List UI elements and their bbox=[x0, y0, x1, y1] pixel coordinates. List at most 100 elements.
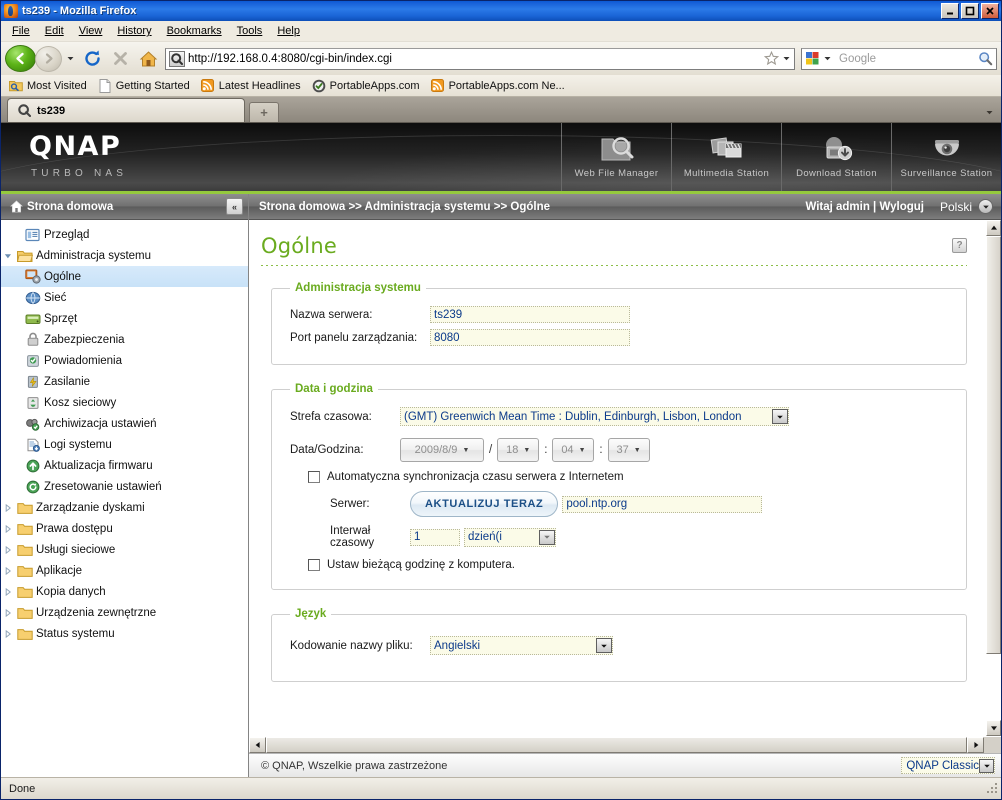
minute-picker-button[interactable]: 04 ▼ bbox=[552, 438, 595, 462]
sidebar-item-kosz-sieciowy[interactable]: Kosz sieciowy bbox=[1, 392, 248, 413]
tab-ts239[interactable]: ts239 bbox=[7, 98, 245, 122]
menu-tools[interactable]: Tools bbox=[230, 22, 271, 40]
sidebar-item-status-systemu[interactable]: Status systemu bbox=[1, 623, 248, 644]
chevron-down-icon[interactable] bbox=[64, 54, 77, 63]
scroll-down-button[interactable] bbox=[986, 720, 1001, 736]
sidebar-item-kopia-danych[interactable]: Kopia danych bbox=[1, 581, 248, 602]
search-engine-dropdown-icon[interactable] bbox=[821, 54, 834, 63]
scroll-left-button[interactable] bbox=[249, 737, 266, 753]
list-all-tabs-icon[interactable] bbox=[980, 102, 998, 122]
chevron-right-icon[interactable] bbox=[1, 587, 15, 596]
sidebar-item-powiadomienia[interactable]: Powiadomienia bbox=[1, 350, 248, 371]
home-icon[interactable] bbox=[135, 46, 161, 72]
ntp-server-input[interactable]: pool.ntp.org bbox=[562, 495, 763, 513]
chevron-down-icon[interactable] bbox=[978, 199, 993, 214]
scroll-thumb[interactable] bbox=[266, 737, 967, 753]
chevron-right-icon[interactable] bbox=[1, 503, 15, 512]
port-input[interactable]: 8080 bbox=[430, 329, 630, 346]
menu-help[interactable]: Help bbox=[270, 22, 308, 40]
app-multimedia-station[interactable]: Multimedia Station bbox=[671, 123, 781, 191]
auto-sync-checkbox[interactable] bbox=[308, 471, 320, 483]
menu-bookmarks[interactable]: Bookmarks bbox=[160, 22, 230, 40]
sidebar-item-zabezpieczenia[interactable]: Zabezpieczenia bbox=[1, 329, 248, 350]
sidebar-item-urzadzenia-zewnetrzne[interactable]: Urządzenia zewnętrzne bbox=[1, 602, 248, 623]
update-now-button[interactable]: AKTUALIZUJ TERAZ bbox=[410, 491, 559, 517]
folder-icon bbox=[15, 543, 34, 557]
timezone-select[interactable]: (GMT) Greenwich Mean Time : Dublin, Edin… bbox=[400, 407, 789, 426]
sidebar-item-archiwizacja-ustawien[interactable]: Archiwizacja ustawień bbox=[1, 413, 248, 434]
app-surveillance-station[interactable]: Surveillance Station bbox=[891, 123, 1001, 191]
sidebar-item-aplikacje[interactable]: Aplikacje bbox=[1, 560, 248, 581]
scroll-up-button[interactable] bbox=[986, 220, 1001, 236]
menu-view[interactable]: View bbox=[72, 22, 111, 40]
sidebar-item-przeglad[interactable]: Przegląd bbox=[1, 224, 248, 245]
reset-settings-icon bbox=[23, 480, 42, 494]
bookmark-most-visited[interactable]: Most Visited bbox=[6, 78, 93, 94]
sidebar-item-administracja-systemu[interactable]: Administracja systemu bbox=[1, 245, 248, 266]
sidebar-item-sprzet[interactable]: Sprzęt bbox=[1, 308, 248, 329]
chevron-down-icon[interactable] bbox=[596, 638, 612, 653]
sidebar-item-ogolne[interactable]: Ogólne bbox=[1, 266, 248, 287]
chevron-right-icon[interactable] bbox=[1, 566, 15, 575]
chevron-right-icon[interactable] bbox=[1, 608, 15, 617]
content-scroll-region: Ogólne ? Administracja systemu Nazwa ser… bbox=[249, 220, 1001, 736]
bookmark-latest-headlines[interactable]: Latest Headlines bbox=[198, 78, 307, 94]
scroll-thumb[interactable] bbox=[986, 236, 1001, 654]
scroll-right-button[interactable] bbox=[967, 737, 984, 753]
sidebar-item-zresetowanie-ustawien[interactable]: Zresetowanie ustawień bbox=[1, 476, 248, 497]
chevron-right-icon[interactable] bbox=[1, 545, 15, 554]
chevron-down-icon[interactable] bbox=[772, 409, 788, 424]
menu-history[interactable]: History bbox=[110, 22, 159, 40]
language-selector[interactable]: Polski bbox=[940, 199, 993, 214]
sidebar-item-siec[interactable]: Sieć bbox=[1, 287, 248, 308]
url-text[interactable]: http://192.168.0.4:8080/cgi-bin/index.cg… bbox=[188, 53, 763, 65]
bookmark-getting-started[interactable]: Getting Started bbox=[95, 78, 196, 94]
interval-unit-select[interactable]: dzień(i bbox=[464, 527, 556, 547]
sidebar-item-zasilanie[interactable]: Zasilanie bbox=[1, 371, 248, 392]
scroll-track[interactable] bbox=[986, 236, 1001, 720]
sidebar-item-aktualizacja-firmwaru[interactable]: Aktualizacja firmwaru bbox=[1, 455, 248, 476]
chevron-right-icon[interactable] bbox=[1, 524, 15, 533]
minimize-button[interactable] bbox=[941, 3, 959, 19]
chevron-down-icon[interactable] bbox=[539, 529, 555, 545]
google-icon[interactable] bbox=[805, 51, 820, 66]
interval-input[interactable]: 1 bbox=[410, 528, 460, 546]
menu-edit[interactable]: Edit bbox=[38, 22, 72, 40]
bookmark-portableapps[interactable]: PortableApps.com bbox=[309, 78, 426, 94]
resize-grip[interactable] bbox=[985, 781, 1001, 797]
menu-file[interactable]: File bbox=[5, 22, 38, 40]
help-button[interactable]: ? bbox=[952, 238, 967, 253]
manual-time-checkbox[interactable] bbox=[308, 559, 320, 571]
search-input[interactable]: Google bbox=[834, 53, 976, 65]
magnifier-icon[interactable] bbox=[976, 51, 994, 66]
theme-select[interactable]: QNAP Classic bbox=[901, 757, 995, 774]
encoding-select[interactable]: Angielski bbox=[430, 636, 613, 655]
page-horizontal-scrollbar[interactable] bbox=[249, 736, 1001, 753]
chevron-down-icon[interactable] bbox=[979, 758, 994, 773]
chevron-down-icon[interactable] bbox=[1, 252, 15, 260]
sidebar-item-prawa-dostepu[interactable]: Prawa dostępu bbox=[1, 518, 248, 539]
star-icon[interactable] bbox=[763, 51, 780, 66]
close-button[interactable] bbox=[981, 3, 999, 19]
url-bar[interactable]: http://192.168.0.4:8080/cgi-bin/index.cg… bbox=[165, 47, 795, 70]
search-bar[interactable]: Google bbox=[801, 47, 997, 70]
app-download-station[interactable]: Download Station bbox=[781, 123, 891, 191]
reload-icon[interactable] bbox=[79, 46, 105, 72]
sidebar-item-zarzadzanie-dyskami[interactable]: Zarządzanie dyskami bbox=[1, 497, 248, 518]
new-tab-button[interactable]: + bbox=[249, 102, 279, 122]
sidebar-item-uslugi-sieciowe[interactable]: Usługi sieciowe bbox=[1, 539, 248, 560]
url-dropdown-icon[interactable] bbox=[780, 54, 792, 63]
maximize-button[interactable] bbox=[961, 3, 979, 19]
back-arrow-icon[interactable] bbox=[5, 45, 36, 72]
sidebar-item-logi-systemu[interactable]: Logi systemu bbox=[1, 434, 248, 455]
hour-picker-button[interactable]: 18 ▼ bbox=[497, 438, 540, 462]
date-picker-button[interactable]: 2009/8/9 ▼ bbox=[400, 438, 484, 462]
server-name-input[interactable]: ts239 bbox=[430, 306, 630, 323]
page-vertical-scrollbar[interactable] bbox=[985, 220, 1001, 736]
second-picker-button[interactable]: 37 ▼ bbox=[607, 438, 650, 462]
chevron-right-icon[interactable] bbox=[1, 629, 15, 638]
user-greeting[interactable]: Witaj admin | Wyloguj bbox=[805, 201, 924, 213]
double-chevron-left-icon[interactable]: « bbox=[226, 198, 243, 215]
bookmark-portableapps-news[interactable]: PortableApps.com Ne... bbox=[428, 78, 571, 94]
app-web-file-manager[interactable]: Web File Manager bbox=[561, 123, 671, 191]
